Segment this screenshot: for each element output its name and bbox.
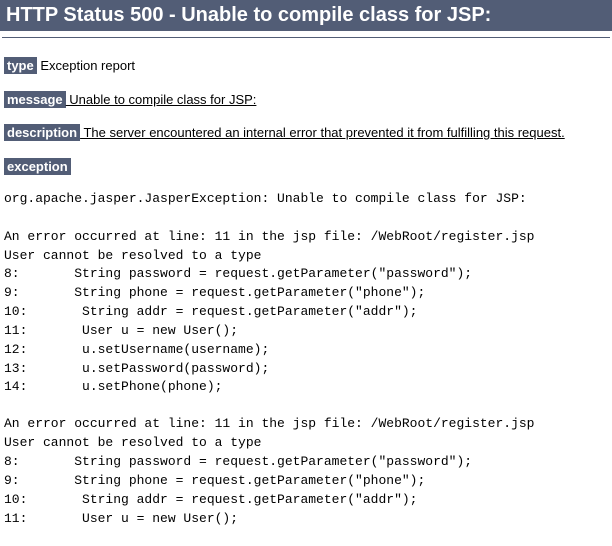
exception-label: exception: [4, 158, 71, 175]
stack-trace-2: An error occurred at line: 11 in the jsp…: [4, 415, 608, 528]
message-section: message Unable to compile class for JSP:: [4, 90, 608, 110]
message-label: message: [4, 91, 66, 108]
page-title: HTTP Status 500 - Unable to compile clas…: [0, 0, 612, 31]
divider: [2, 37, 610, 38]
description-label: description: [4, 124, 80, 141]
type-label: type: [4, 57, 37, 74]
description-text: The server encountered an internal error…: [80, 125, 565, 140]
exception-section: exception: [4, 157, 608, 177]
stack-trace-1: org.apache.jasper.JasperException: Unabl…: [4, 190, 608, 397]
type-section: type Exception report: [4, 56, 608, 76]
type-text: Exception report: [37, 58, 135, 73]
message-text: Unable to compile class for JSP:: [66, 92, 257, 107]
description-section: description The server encountered an in…: [4, 123, 608, 143]
